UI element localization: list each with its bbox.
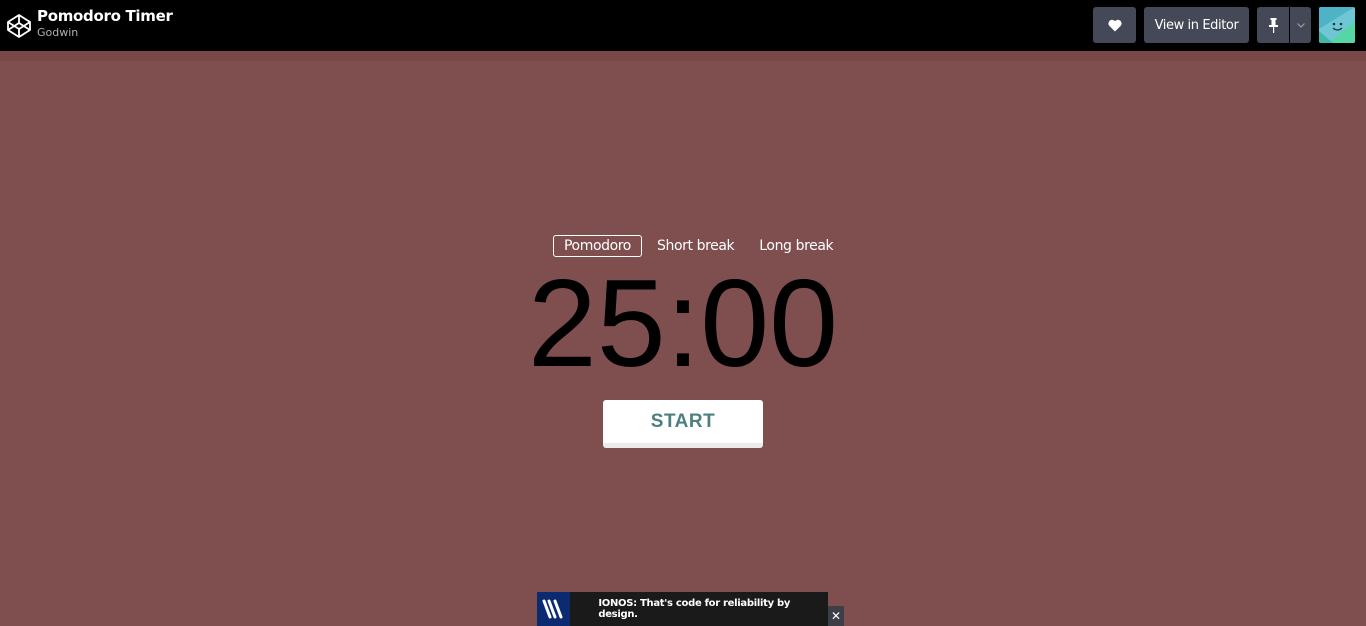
timer-mode-tabs: Pomodoro Short break Long break — [553, 235, 844, 257]
pin-dropdown-button[interactable] — [1290, 7, 1311, 43]
pin-icon — [1268, 17, 1278, 33]
view-in-editor-button[interactable]: View in Editor — [1144, 7, 1249, 43]
ad-close-button[interactable]: ✕ — [828, 606, 844, 626]
codepen-logo-icon[interactable] — [6, 13, 32, 39]
start-button[interactable]: START — [603, 400, 763, 448]
heart-button[interactable] — [1093, 7, 1136, 43]
pen-author[interactable]: Godwin — [37, 25, 173, 41]
top-bar: Pomodoro Timer Godwin View in Editor — [0, 0, 1366, 51]
tab-pomodoro[interactable]: Pomodoro — [553, 235, 642, 257]
chevron-down-icon — [1296, 22, 1305, 28]
tab-short-break[interactable]: Short break — [646, 235, 745, 257]
pin-button[interactable] — [1257, 7, 1289, 43]
timer-display: 25:00 — [527, 255, 839, 393]
heart-icon — [1107, 19, 1122, 31]
ad-logo-icon — [537, 592, 571, 626]
ad-banner[interactable]: IONOS: That's code for reliability by de… — [537, 592, 828, 626]
avatar[interactable] — [1319, 7, 1355, 43]
pen-info: Pomodoro Timer Godwin — [37, 7, 173, 41]
pen-title: Pomodoro Timer — [37, 7, 173, 25]
ad-text: IONOS: That's code for reliability by de… — [598, 598, 791, 620]
header-shadow-band — [0, 51, 1366, 61]
tab-long-break[interactable]: Long break — [748, 235, 844, 257]
